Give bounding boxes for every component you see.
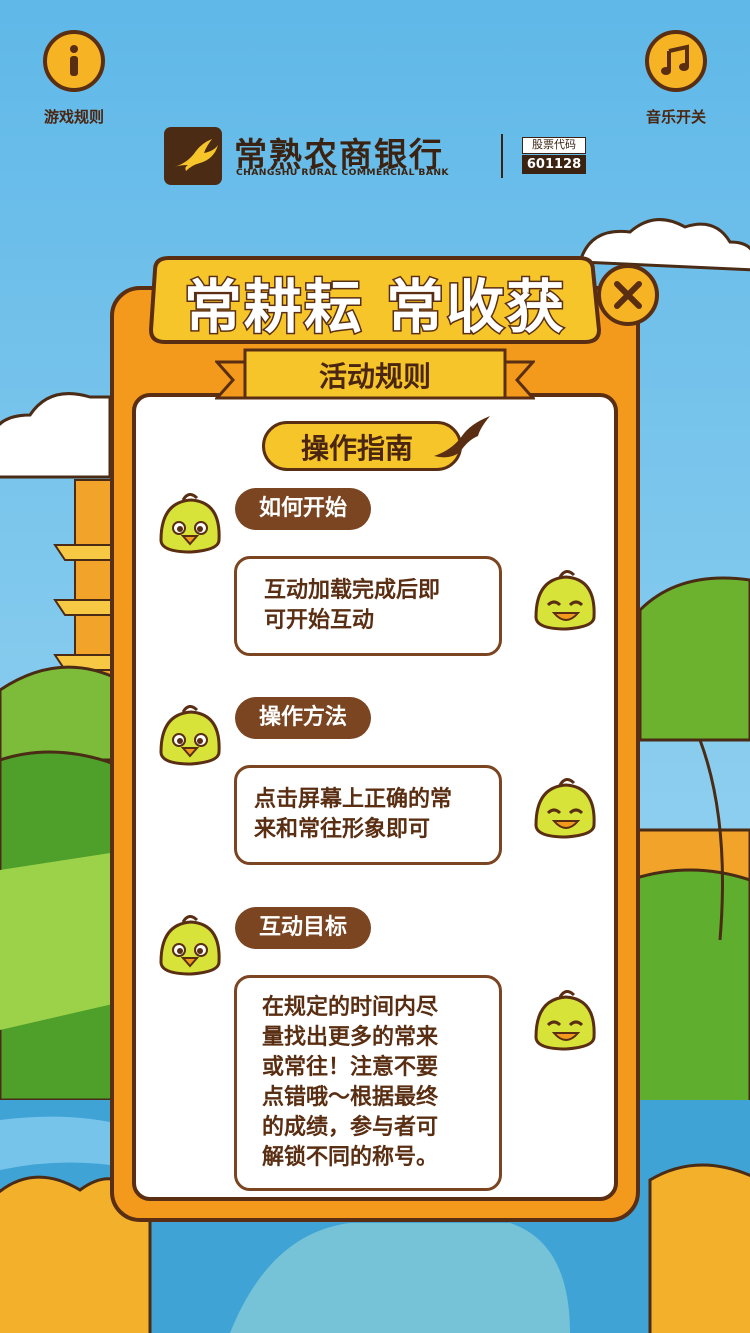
rules-button-label: 游戏规则 xyxy=(43,108,104,126)
close-icon xyxy=(614,281,642,309)
chick-mascot-icon xyxy=(159,493,221,554)
chick-mascot-happy-icon xyxy=(534,778,596,839)
guide-title: 操作指南 xyxy=(300,432,413,465)
section-tag-goal: 互动目标 xyxy=(235,907,371,949)
music-note-icon xyxy=(661,44,689,75)
chick-mascot-happy-icon xyxy=(534,570,596,631)
music-button[interactable] xyxy=(645,30,707,92)
section-tag-method: 操作方法 xyxy=(235,697,371,739)
chick-mascot-happy-icon xyxy=(534,990,596,1051)
bank-logo xyxy=(164,127,222,185)
info-icon xyxy=(70,45,78,76)
chick-mascot-icon xyxy=(159,915,221,976)
swallow-icon xyxy=(434,416,490,458)
rules-button[interactable] xyxy=(43,30,105,92)
bubble-text-method: 点击屏幕上正确的常 来和常往形象即可 xyxy=(254,787,453,842)
modal-title: 常耕耘 常收获 xyxy=(182,272,567,343)
stock-code-value: 601128 xyxy=(522,155,586,174)
swallow-icon xyxy=(174,139,218,171)
ribbon-title: 活动规则 xyxy=(318,360,431,393)
logo-divider xyxy=(501,134,503,178)
bubble-text-goal: 在规定的时间内尽 量找出更多的常来 或常往！注意不要 点错哦～根据最终 的成绩，… xyxy=(262,995,439,1170)
close-button[interactable] xyxy=(597,264,659,326)
bank-name-en: CHANGSHU RURAL COMMERCIAL BANK xyxy=(236,167,449,178)
bubble-text-start: 互动加载完成后即 可开始互动 xyxy=(264,578,441,633)
music-button-label: 音乐开关 xyxy=(645,108,706,126)
stock-code-label: 股票代码 xyxy=(522,137,586,154)
chick-mascot-icon xyxy=(159,705,221,766)
section-tag-start: 如何开始 xyxy=(235,488,371,530)
